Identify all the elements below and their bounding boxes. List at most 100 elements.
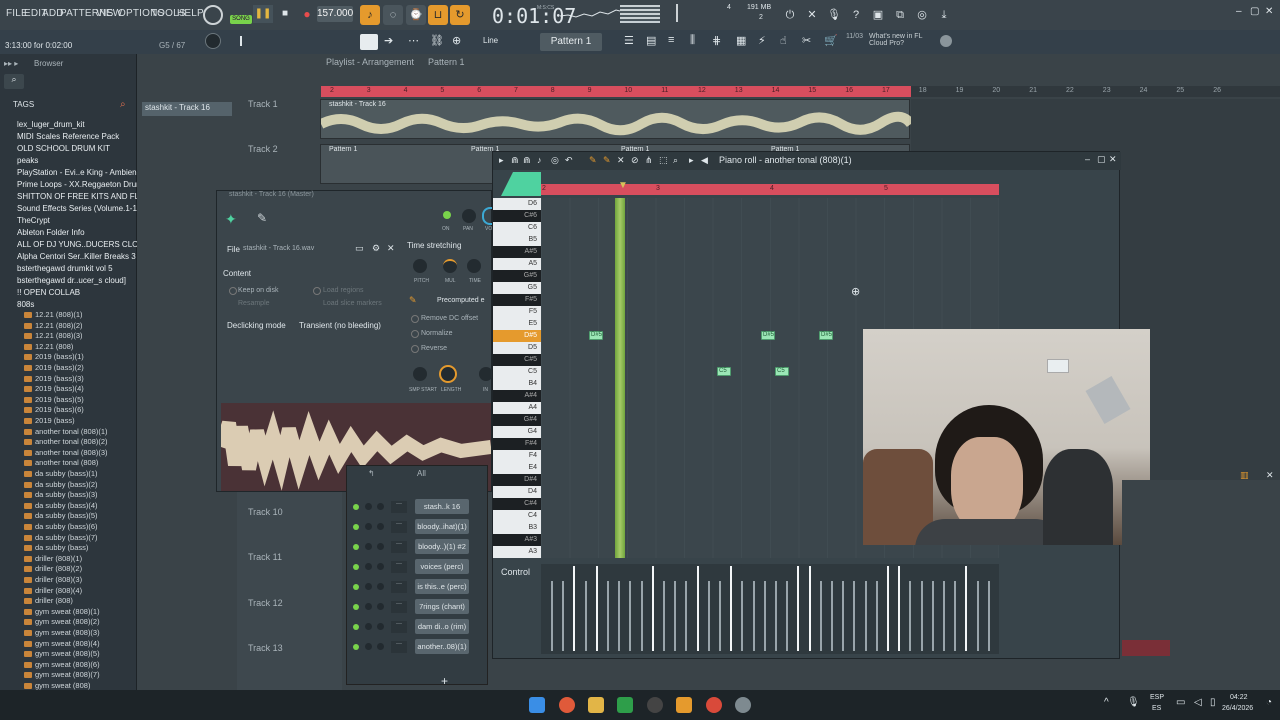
channel-on-led[interactable] bbox=[443, 211, 451, 219]
velocity-bar[interactable] bbox=[551, 581, 553, 651]
piano-key[interactable]: A4 bbox=[493, 402, 541, 414]
channel-pan-knob[interactable] bbox=[365, 643, 372, 650]
precomputed-icon[interactable]: ✎ bbox=[409, 295, 417, 306]
volume-icon[interactable]: ◁ bbox=[1194, 697, 1202, 708]
velocity-bar[interactable] bbox=[898, 566, 901, 651]
channel-icon[interactable]: ⋕ bbox=[712, 34, 721, 47]
velocity-bar[interactable] bbox=[864, 581, 867, 651]
record-icon[interactable]: ● bbox=[298, 5, 316, 23]
mic-icon[interactable]: 🎙 bbox=[824, 5, 844, 25]
playhead-marker[interactable]: ▼ bbox=[618, 180, 628, 191]
mul-knob[interactable] bbox=[443, 259, 457, 273]
mixer-close-icon[interactable]: ✕ bbox=[1266, 470, 1274, 481]
browser-folder[interactable]: ALL OF DJ YUNG..DUCERS CLOUD] bbox=[17, 240, 152, 249]
pause-icon[interactable]: ❚❚ bbox=[253, 5, 273, 23]
master-volume-slider[interactable] bbox=[240, 36, 242, 46]
browser-file[interactable]: 12.21 (808)(2) bbox=[35, 321, 83, 330]
browser-file[interactable]: gym sweat (808)(3) bbox=[35, 628, 100, 637]
remove-dc-radio[interactable] bbox=[411, 315, 419, 323]
tempo-display[interactable]: 157.000 bbox=[317, 6, 353, 22]
channel-vol-knob[interactable] bbox=[377, 583, 384, 590]
song-mode-button[interactable]: SONG bbox=[230, 15, 252, 24]
velocity-bar[interactable] bbox=[674, 581, 677, 651]
audio-clip[interactable]: stashkit - Track 16 bbox=[320, 99, 911, 139]
channel-pan-knob[interactable] bbox=[365, 563, 372, 570]
velocity-bar[interactable] bbox=[965, 566, 968, 651]
track-label[interactable]: Track 2 bbox=[248, 144, 278, 154]
velocity-bar[interactable] bbox=[920, 581, 923, 651]
arrow-right-icon[interactable]: ➔ bbox=[384, 34, 393, 47]
channel-led[interactable] bbox=[353, 564, 359, 570]
piano-key[interactable]: C#4 bbox=[493, 498, 541, 510]
velocity-bar[interactable] bbox=[763, 581, 766, 651]
menu-help[interactable]: HELP bbox=[177, 8, 204, 19]
browser-file[interactable]: da subby (bass)(4) bbox=[35, 501, 98, 510]
velocity-bar[interactable] bbox=[875, 581, 878, 651]
channel-button[interactable]: bloody..)(1) #2 bbox=[415, 539, 469, 554]
snap-selector[interactable]: Line bbox=[483, 36, 498, 45]
load-regions-radio[interactable] bbox=[313, 287, 321, 295]
piano-key[interactable]: F4 bbox=[493, 450, 541, 462]
velocity-bar[interactable] bbox=[595, 566, 598, 651]
browser-file[interactable]: da subby (bass)(3) bbox=[35, 490, 98, 499]
obs-icon[interactable] bbox=[647, 697, 663, 713]
snap-tiny-icon[interactable]: ⋒ bbox=[523, 155, 531, 166]
piano-key[interactable]: F#5 bbox=[493, 294, 541, 306]
velocity-bar[interactable] bbox=[707, 581, 710, 651]
piano-key[interactable]: G#4 bbox=[493, 414, 541, 426]
channel-pan-knob[interactable] bbox=[365, 543, 372, 550]
note-tiny-icon[interactable]: ♪ bbox=[537, 155, 542, 165]
channel-vol-knob[interactable] bbox=[377, 523, 384, 530]
piano-key[interactable]: D4 bbox=[493, 486, 541, 498]
blend-icon[interactable]: ⊔ bbox=[428, 5, 448, 25]
pan-knob[interactable] bbox=[462, 209, 476, 223]
browser-folder[interactable]: Ableton Folder Info bbox=[17, 228, 85, 237]
browser-file[interactable]: da subby (bass)(6) bbox=[35, 522, 98, 531]
velocity-bar[interactable] bbox=[573, 566, 576, 651]
channel-button[interactable]: 7rings (chant) bbox=[415, 599, 469, 614]
channel-vol-knob[interactable] bbox=[377, 623, 384, 630]
browser-file[interactable]: gym sweat (808)(7) bbox=[35, 670, 100, 679]
velocity-bar[interactable] bbox=[797, 566, 800, 651]
browser-file[interactable]: 2019 (bass)(2) bbox=[35, 363, 84, 372]
browser-file[interactable]: gym sweat (808) bbox=[35, 681, 90, 690]
wrench-icon[interactable]: ✎ bbox=[257, 211, 267, 225]
midi-note[interactable]: D#5 bbox=[761, 331, 775, 340]
velocity-bar[interactable] bbox=[987, 581, 990, 651]
brave-icon[interactable] bbox=[559, 697, 575, 713]
browser-file[interactable]: da subby (bass)(2) bbox=[35, 480, 98, 489]
mixer-bars-icon[interactable]: ▥ bbox=[1240, 470, 1249, 481]
piano-roll-icon[interactable]: ▤ bbox=[646, 34, 656, 47]
piano-key[interactable]: A3 bbox=[493, 546, 541, 558]
channel-pan-knob[interactable] bbox=[365, 523, 372, 530]
chat-icon[interactable]: ◎ bbox=[912, 5, 932, 25]
browser-file[interactable]: da subby (bass)(7) bbox=[35, 533, 98, 542]
piano-key[interactable]: E5 bbox=[493, 318, 541, 330]
battery-icon[interactable]: ▯ bbox=[1210, 697, 1216, 708]
length-knob[interactable] bbox=[439, 365, 457, 383]
magnet-tiny-icon[interactable]: ⋒ bbox=[511, 155, 519, 166]
folder-icon[interactable]: ▭ bbox=[355, 243, 364, 254]
browser-folder[interactable]: SHITTON OF FREE KITS AND FLPS bbox=[17, 192, 150, 201]
channel-mixer-track[interactable]: --- bbox=[391, 601, 407, 613]
browser-file[interactable]: gym sweat (808)(1) bbox=[35, 607, 100, 616]
notifications-icon[interactable]: ◔ bbox=[1266, 697, 1272, 708]
browser-folder[interactable]: OLD SCHOOL DRUM KIT bbox=[17, 144, 110, 153]
browser-folder[interactable]: Sound Effects Series (Volume.1-10) bbox=[17, 204, 144, 213]
select-tool-icon[interactable]: ⬚ bbox=[659, 155, 668, 166]
load-slice-label[interactable]: Load slice markers bbox=[323, 300, 382, 307]
selected-clip-label[interactable]: stashkit - Track 16 bbox=[142, 102, 232, 116]
add-channel-icon[interactable]: + bbox=[441, 674, 448, 688]
browser-file[interactable]: 12.21 (808) bbox=[35, 342, 73, 351]
normalize-radio[interactable] bbox=[411, 330, 419, 338]
velocity-bar[interactable] bbox=[651, 566, 654, 651]
browser-file[interactable]: da subby (bass) bbox=[35, 543, 88, 552]
piano-key[interactable]: A#5 bbox=[493, 246, 541, 258]
browser-folder[interactable]: 808s bbox=[17, 300, 34, 309]
channel-pan-knob[interactable] bbox=[365, 623, 372, 630]
volume-knob[interactable] bbox=[482, 207, 492, 225]
master-pitch-knob[interactable] bbox=[205, 33, 221, 49]
piano-key[interactable]: D#5 bbox=[493, 330, 541, 342]
piano-key[interactable]: A#4 bbox=[493, 390, 541, 402]
piano-key[interactable]: G4 bbox=[493, 426, 541, 438]
